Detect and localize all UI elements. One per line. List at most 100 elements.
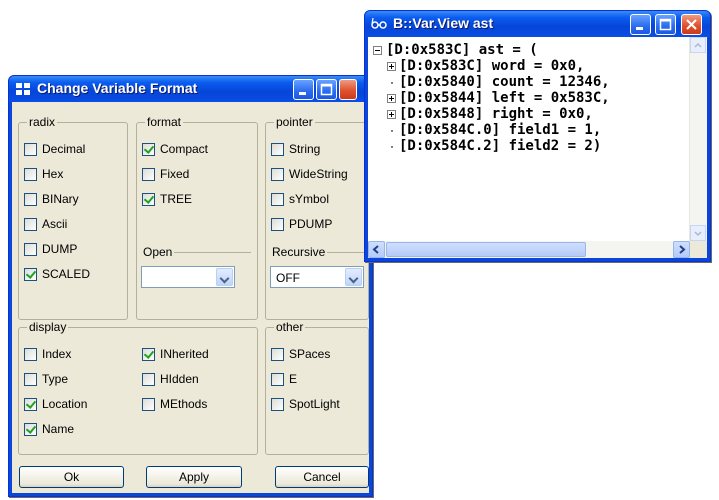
checkbox-box[interactable] — [24, 217, 37, 231]
maximize-button[interactable] — [655, 14, 676, 35]
vertical-scrollbar[interactable] — [689, 37, 707, 241]
symbol-checkbox[interactable]: sYmbol — [271, 191, 329, 207]
tree-line[interactable]: [D:0x5844] left = 0x583C, — [399, 90, 610, 106]
tree-line[interactable]: [D:0x584C.2] field2 = 2) — [399, 138, 601, 154]
dialog-titlebar[interactable]: Change Variable Format — [9, 76, 372, 102]
scroll-down-button[interactable] — [690, 225, 706, 241]
maximize-button[interactable] — [316, 79, 337, 100]
leaf-dot-icon — [391, 146, 393, 148]
pdump-checkbox[interactable]: PDUMP — [271, 216, 332, 232]
open-select[interactable] — [141, 266, 235, 288]
other-label: other — [274, 320, 306, 334]
checkbox-box[interactable] — [24, 167, 37, 181]
chevron-up-icon — [694, 42, 702, 48]
expand-icon[interactable] — [387, 110, 396, 119]
checkbox-box[interactable] — [142, 192, 155, 206]
size-grip[interactable] — [690, 241, 707, 258]
checkbox-box[interactable] — [24, 192, 37, 206]
dialog-title: Change Variable Format — [37, 80, 198, 96]
checkbox-box[interactable] — [271, 347, 284, 361]
tree-line[interactable]: [D:0x5848] right = 0x0, — [399, 106, 593, 122]
minimize-button[interactable] — [630, 14, 651, 35]
expand-icon[interactable] — [387, 94, 396, 103]
ascii-checkbox[interactable]: Ascii — [24, 216, 67, 232]
chevron-right-icon — [679, 245, 686, 254]
checkbox-box[interactable] — [271, 397, 284, 411]
checkbox-box[interactable] — [271, 167, 284, 181]
scroll-left-button[interactable] — [368, 241, 385, 258]
scaled-checkbox[interactable]: SCALED — [24, 266, 90, 282]
methods-checkbox[interactable]: MEthods — [142, 396, 207, 412]
maximize-icon — [659, 18, 672, 31]
checkbox-box[interactable] — [271, 372, 284, 386]
tree-line[interactable]: [D:0x583C] word = 0x0, — [399, 58, 584, 74]
chevron-down-icon[interactable] — [216, 268, 233, 286]
chevron-left-icon — [372, 245, 379, 254]
chevron-down-icon[interactable] — [345, 268, 362, 286]
name-checkbox[interactable]: Name — [24, 421, 74, 437]
grid-icon — [16, 83, 30, 95]
horizontal-scrollbar[interactable] — [368, 241, 690, 258]
expand-icon[interactable] — [387, 62, 396, 71]
collapse-icon[interactable] — [373, 46, 382, 55]
close-button[interactable] — [681, 14, 702, 35]
fixed-checkbox[interactable]: Fixed — [142, 166, 189, 182]
index-checkbox[interactable]: Index — [24, 346, 71, 362]
checkbox-box[interactable] — [24, 422, 37, 436]
scroll-thumb[interactable] — [386, 242, 586, 257]
checkbox-box[interactable] — [142, 142, 155, 156]
pointer-label: pointer — [274, 115, 315, 129]
tree-line[interactable]: [D:0x5840] count = 12346, — [399, 74, 610, 90]
checkbox-box[interactable] — [271, 142, 284, 156]
checkbox-box[interactable] — [142, 347, 155, 361]
checkbox-box[interactable] — [271, 192, 284, 206]
var-view-window: B::Var.View ast [D:0x583C] ast = ( [D:0x… — [364, 10, 711, 262]
scroll-up-button[interactable] — [690, 37, 706, 53]
location-checkbox[interactable]: Location — [24, 396, 87, 412]
recursive-select[interactable]: OFF — [270, 266, 364, 288]
varview-titlebar[interactable]: B::Var.View ast — [365, 11, 710, 37]
checkbox-box[interactable] — [24, 397, 37, 411]
checkbox-box[interactable] — [142, 372, 155, 386]
e-checkbox[interactable]: E — [271, 371, 297, 387]
ok-button[interactable]: Ok — [19, 466, 124, 488]
other-group: other SPaces E SpotLight — [265, 320, 369, 455]
minimize-button[interactable] — [293, 79, 314, 100]
dialog-client: radix Decimal Hex BINary Ascii DUMP SCAL… — [12, 102, 369, 493]
varview-title: B::Var.View ast — [393, 15, 494, 31]
open-label: Open — [141, 245, 175, 259]
spaces-checkbox[interactable]: SPaces — [271, 346, 330, 362]
close-button[interactable] — [339, 79, 357, 100]
spotlight-checkbox[interactable]: SpotLight — [271, 396, 340, 412]
compact-checkbox[interactable]: Compact — [142, 141, 208, 157]
checkbox-box[interactable] — [24, 267, 37, 281]
tree-line[interactable]: [D:0x583C] ast = ( — [386, 42, 538, 58]
cancel-button[interactable]: Cancel — [275, 466, 369, 488]
tree-checkbox[interactable]: TREE — [142, 191, 192, 207]
pointer-group: pointer String WideString sYmbol PDUMP R… — [265, 115, 369, 320]
checkbox-box[interactable] — [24, 242, 37, 256]
display-label: display — [27, 320, 69, 334]
widestring-checkbox[interactable]: WideString — [271, 166, 348, 182]
dump-checkbox[interactable]: DUMP — [24, 241, 77, 257]
radix-label: radix — [27, 115, 58, 129]
hidden-checkbox[interactable]: HIdden — [142, 371, 199, 387]
scroll-right-button[interactable] — [673, 241, 690, 258]
checkbox-box[interactable] — [24, 347, 37, 361]
var-tree-view[interactable]: [D:0x583C] ast = ( [D:0x583C] word = 0x0… — [368, 37, 707, 258]
checkbox-box[interactable] — [142, 167, 155, 181]
close-icon — [686, 19, 697, 30]
minimize-icon — [636, 27, 643, 30]
checkbox-box[interactable] — [24, 142, 37, 156]
tree-line[interactable]: [D:0x584C.0] field1 = 1, — [399, 122, 601, 138]
apply-button[interactable]: Apply — [146, 466, 242, 488]
string-checkbox[interactable]: String — [271, 141, 320, 157]
binary-checkbox[interactable]: BINary — [24, 191, 79, 207]
decimal-checkbox[interactable]: Decimal — [24, 141, 85, 157]
hex-checkbox[interactable]: Hex — [24, 166, 63, 182]
inherited-checkbox[interactable]: INherited — [142, 346, 209, 362]
checkbox-box[interactable] — [142, 397, 155, 411]
type-checkbox[interactable]: Type — [24, 371, 68, 387]
checkbox-box[interactable] — [271, 217, 284, 231]
checkbox-box[interactable] — [24, 372, 37, 386]
